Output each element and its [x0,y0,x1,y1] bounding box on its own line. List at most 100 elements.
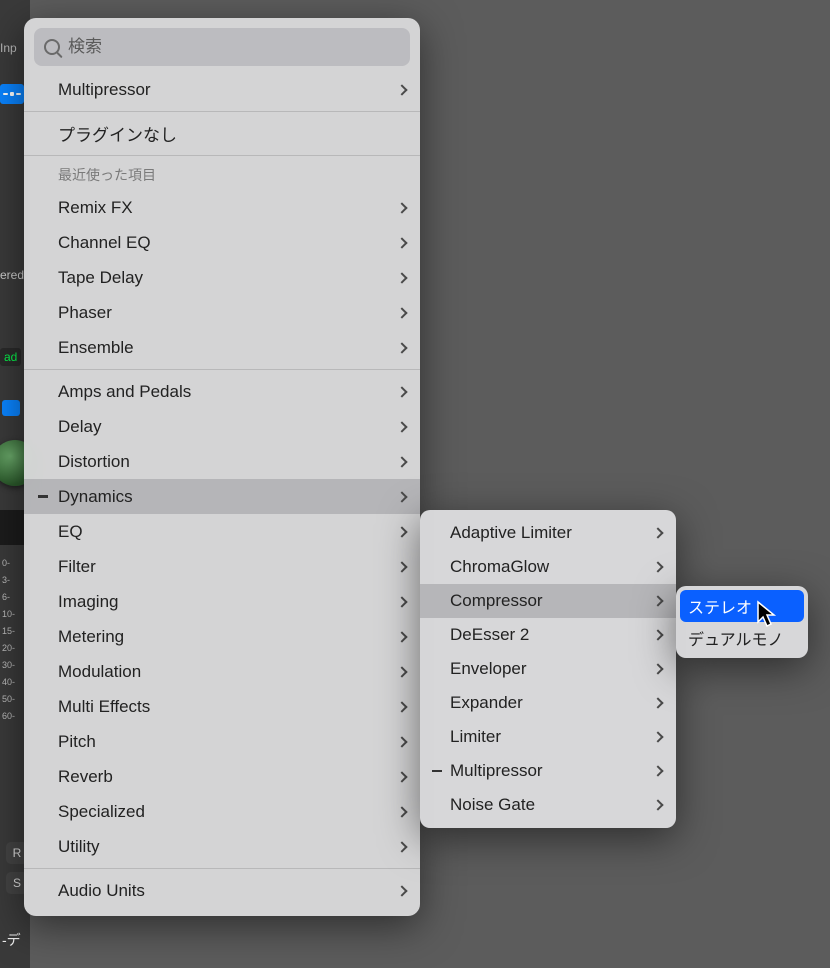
submenu-item-label: Noise Gate [450,795,535,815]
chevron-right-icon [396,491,407,502]
submenu-item-label: ChromaGlow [450,557,549,577]
menu-item-label: Filter [58,557,96,577]
search-field[interactable] [34,28,410,66]
chevron-right-icon [396,456,407,467]
submenu-item-label: Compressor [450,591,543,611]
submenu-item-chromaglow[interactable]: ChromaGlow [420,550,676,584]
submenu-item-label: Multipressor [450,761,543,781]
settings-icon[interactable] [0,84,24,104]
submenu-item-enveloper[interactable]: Enveloper [420,652,676,686]
menu-item-multi-effects[interactable]: Multi Effects [24,689,420,724]
option-ステレオ[interactable]: ステレオ [680,590,804,622]
chevron-right-icon [652,765,663,776]
submenu-item-adaptive-limiter[interactable]: Adaptive Limiter [420,516,676,550]
menu-item-label: Pitch [58,732,96,752]
chevron-right-icon [652,629,663,640]
chevron-right-icon [652,799,663,810]
search-input[interactable] [68,37,400,57]
menu-item-channel-eq[interactable]: Channel EQ [24,225,420,260]
menu-item-label: Modulation [58,662,141,682]
chevron-right-icon [652,663,663,674]
menu-item-ensemble[interactable]: Ensemble [24,330,420,365]
chevron-right-icon [652,697,663,708]
menu-item-label: Amps and Pedals [58,382,191,402]
menu-item-eq[interactable]: EQ [24,514,420,549]
menu-item-pitch[interactable]: Pitch [24,724,420,759]
menu-item-dynamics[interactable]: Dynamics [24,479,420,514]
chevron-right-icon [396,771,407,782]
menu-separator [24,111,420,112]
menu-item-delay[interactable]: Delay [24,409,420,444]
menu-item-reverb[interactable]: Reverb [24,759,420,794]
option-label: ステレオ [688,594,752,618]
submenu-item-label: Enveloper [450,659,527,679]
chevron-right-icon [652,561,663,572]
menu-item-no-plugin[interactable]: プラグインなし [24,116,420,151]
menu-item-modulation[interactable]: Modulation [24,654,420,689]
menu-item-utility[interactable]: Utility [24,829,420,864]
chevron-right-icon [652,527,663,538]
submenu-item-expander[interactable]: Expander [420,686,676,720]
chevron-right-icon [396,841,407,852]
submenu-item-noise-gate[interactable]: Noise Gate [420,788,676,822]
menu-item-label: Reverb [58,767,113,787]
menu-separator [24,868,420,869]
menu-item-filter[interactable]: Filter [24,549,420,584]
menu-item-remix-fx[interactable]: Remix FX [24,190,420,225]
menu-item-label: Audio Units [58,881,145,901]
menu-item-tape-delay[interactable]: Tape Delay [24,260,420,295]
submenu-item-compressor[interactable]: Compressor [420,584,676,618]
search-icon [44,39,60,55]
chevron-right-icon [396,806,407,817]
waveform-icon[interactable] [2,400,20,416]
chevron-right-icon [396,421,407,432]
chevron-right-icon [396,596,407,607]
chevron-right-icon [396,386,407,397]
chevron-right-icon [396,736,407,747]
chevron-right-icon [396,272,407,283]
chevron-right-icon [396,237,407,248]
menu-item-phaser[interactable]: Phaser [24,295,420,330]
chevron-right-icon [396,202,407,213]
menu-item-label: EQ [58,522,83,542]
submenu-item-label: Adaptive Limiter [450,523,572,543]
option-デュアルモノ[interactable]: デュアルモノ [676,622,808,654]
menu-item-distortion[interactable]: Distortion [24,444,420,479]
chevron-right-icon [396,342,407,353]
chevron-right-icon [652,595,663,606]
chevron-right-icon [396,885,407,896]
menu-item-label: Phaser [58,303,112,323]
menu-item-label: Tape Delay [58,268,143,288]
remove-marker-icon [38,495,48,498]
submenu-item-limiter[interactable]: Limiter [420,720,676,754]
menu-item-imaging[interactable]: Imaging [24,584,420,619]
menu-item-metering[interactable]: Metering [24,619,420,654]
submenu-item-label: Expander [450,693,523,713]
menu-item-audio-units[interactable]: Audio Units [24,873,420,908]
menu-item-label: Metering [58,627,124,647]
menu-item-label: Ensemble [58,338,134,358]
menu-item-label: Remix FX [58,198,133,218]
chevron-right-icon [396,631,407,642]
submenu-item-deesser-2[interactable]: DeEsser 2 [420,618,676,652]
menu-item-amps-and-pedals[interactable]: Amps and Pedals [24,374,420,409]
chevron-right-icon [652,731,663,742]
menu-item-label: Dynamics [58,487,133,507]
menu-item-multipressor[interactable]: Multipressor [24,72,420,107]
menu-item-label: Specialized [58,802,145,822]
menu-item-label: Imaging [58,592,118,612]
menu-item-specialized[interactable]: Specialized [24,794,420,829]
recent-header: 最近使った項目 [24,160,420,190]
chevron-right-icon [396,526,407,537]
option-label: デュアルモノ [688,626,784,650]
menu-item-label: Channel EQ [58,233,151,253]
chevron-right-icon [396,84,407,95]
chevron-right-icon [396,561,407,572]
chevron-right-icon [396,666,407,677]
menu-item-label: プラグインなし [58,121,177,146]
submenu-item-multipressor[interactable]: Multipressor [420,754,676,788]
chevron-right-icon [396,701,407,712]
menu-item-label: Multipressor [58,80,151,100]
menu-item-label: Distortion [58,452,130,472]
menu-item-label: Utility [58,837,100,857]
